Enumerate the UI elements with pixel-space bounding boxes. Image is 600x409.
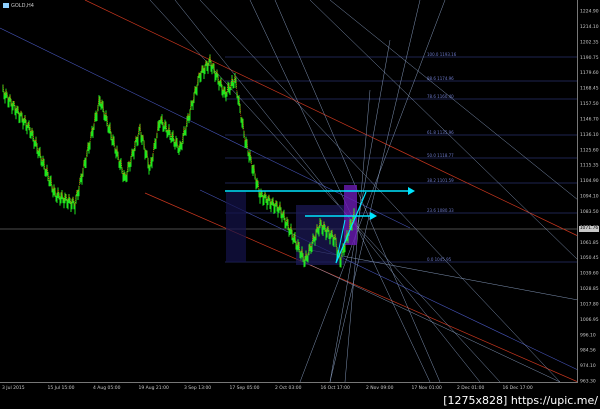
blue-channel-lower — [199, 189, 579, 371]
gann-line — [299, 259, 561, 383]
fib-level-label: 78.6 1160.40 — [427, 94, 454, 99]
fib-level-label: 0.0 1045.95 — [427, 257, 452, 262]
fib-level-label: 100.0 1193.16 — [427, 52, 457, 57]
fib-level-label: 23.6 1080.33 — [427, 208, 454, 213]
watermark: [1275x828] https://upic.me/ — [443, 394, 598, 407]
red-channel-lower — [144, 192, 579, 383]
fib-level-label: 50.0 1118.77 — [427, 153, 454, 158]
current-price-badge: 1071.76 — [579, 226, 599, 232]
fib-level-label: 88.6 1174.96 — [427, 76, 454, 81]
highlight-box — [226, 192, 246, 262]
fib-level-label: 38.2 1101.59 — [427, 178, 454, 183]
trading-chart-window: 100.0 1193.16 88.6 1174.96 78.6 1160.40 61.… — [0, 0, 600, 409]
arrow-upper-head — [408, 187, 415, 195]
red-channel-upper — [84, 0, 579, 237]
price-axis[interactable] — [577, 0, 600, 382]
price-chart[interactable]: 100.0 1193.16 88.6 1174.96 78.6 1160.40 61.… — [0, 0, 600, 409]
symbol-icon — [3, 3, 9, 8]
date-axis[interactable] — [0, 382, 578, 392]
fib-level-label: 61.8 1135.96 — [427, 130, 454, 135]
symbol-label: GOLD,H4 — [11, 3, 34, 9]
